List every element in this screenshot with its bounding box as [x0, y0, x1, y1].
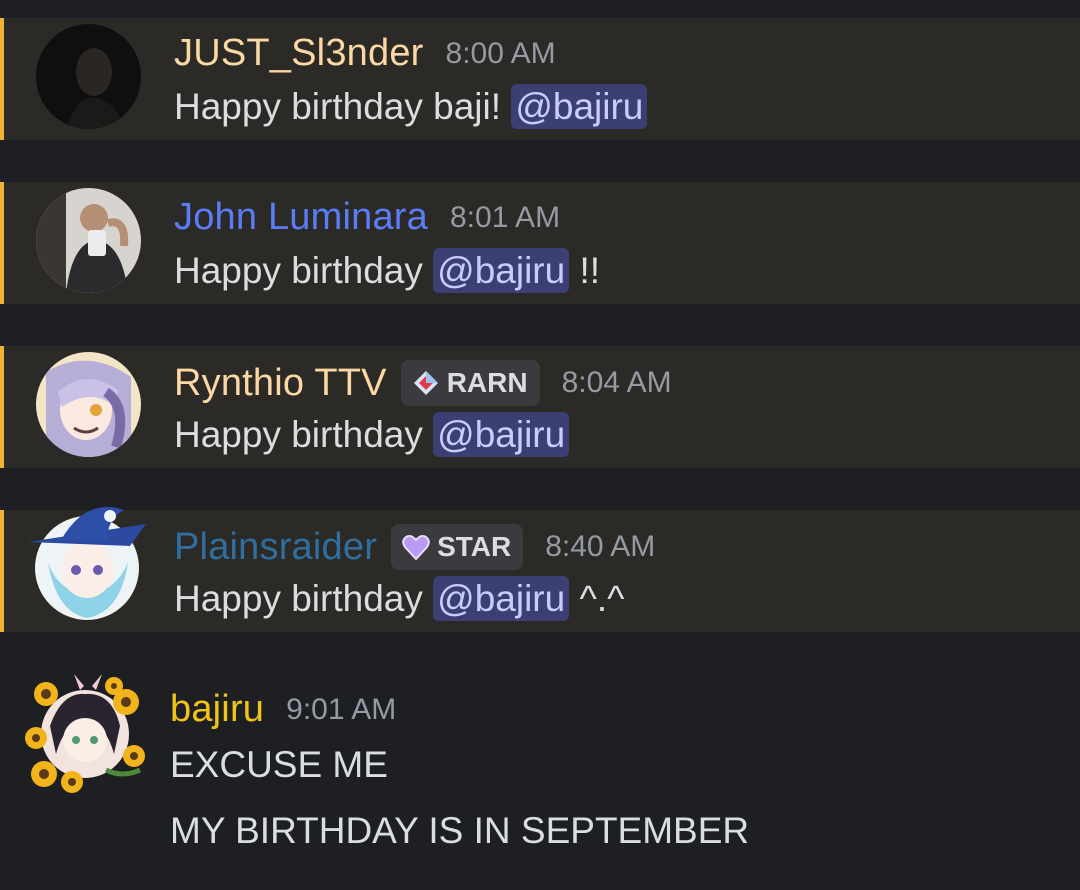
- username[interactable]: Plainsraider: [174, 526, 377, 569]
- mention-bajiru[interactable]: @bajiru: [433, 248, 570, 293]
- username[interactable]: JUST_Sl3nder: [174, 32, 424, 75]
- message-header: bajiru 9:01 AM: [170, 688, 396, 731]
- message-content: EXCUSE ME: [170, 744, 388, 786]
- message-header: John Luminara 8:01 AM: [174, 196, 560, 239]
- guild-tag-label: RARN: [446, 367, 528, 398]
- chat-log: JUST_Sl3nder 8:00 AM Happy birthday baji…: [0, 0, 1080, 890]
- message-item[interactable]: JUST_Sl3nder 8:00 AM Happy birthday baji…: [0, 18, 1080, 140]
- message-content: Happy birthday @bajiru: [174, 412, 570, 457]
- username[interactable]: John Luminara: [174, 196, 428, 239]
- user-avatar[interactable]: [36, 352, 141, 457]
- message-header: Plainsraider STAR 8:40 AM: [174, 524, 655, 570]
- user-avatar[interactable]: [26, 502, 148, 624]
- username[interactable]: Rynthio TTV: [174, 362, 387, 405]
- purple-heart-icon: [402, 535, 430, 561]
- mention-bajiru[interactable]: @bajiru: [433, 576, 570, 621]
- message-text: Happy birthday baji!: [174, 86, 512, 127]
- message-line: MY BIRTHDAY IS IN SEPTEMBER: [170, 810, 750, 851]
- mention-bajiru[interactable]: @bajiru: [511, 84, 648, 129]
- message-content: MY BIRTHDAY IS IN SEPTEMBER: [170, 810, 749, 852]
- mention-bajiru[interactable]: @bajiru: [433, 412, 570, 457]
- timestamp: 8:04 AM: [561, 366, 672, 399]
- message-content: Happy birthday baji! @bajiru: [174, 84, 648, 129]
- user-avatar[interactable]: [36, 188, 141, 293]
- timestamp: 9:01 AM: [286, 692, 397, 726]
- message-text: Happy birthday: [174, 578, 434, 619]
- message-line: EXCUSE ME: [170, 744, 388, 785]
- user-avatar[interactable]: [22, 674, 148, 794]
- user-avatar[interactable]: [36, 24, 141, 129]
- timestamp: 8:01 AM: [449, 200, 561, 234]
- message-content: Happy birthday @bajiru ^.^: [174, 576, 625, 621]
- message-text-after: ^.^: [569, 578, 625, 619]
- message-item[interactable]: Plainsraider STAR 8:40 AM Happy birthday…: [0, 506, 1080, 632]
- guild-tag[interactable]: RARN: [400, 360, 540, 406]
- message-text-after: !!: [569, 250, 601, 291]
- username[interactable]: bajiru: [170, 688, 264, 731]
- message-header: Rynthio TTV RARN 8:04 AM: [174, 360, 672, 406]
- message-text: Happy birthday: [174, 414, 434, 455]
- guild-tag-label: STAR: [437, 531, 512, 562]
- message-content: Happy birthday @bajiru !!: [174, 248, 601, 293]
- message-text: Happy birthday: [174, 250, 434, 291]
- message-item[interactable]: Rynthio TTV RARN 8:04 AM Happy birthday …: [0, 346, 1080, 468]
- diamond-gem-icon: [413, 371, 438, 395]
- timestamp: 8:40 AM: [545, 530, 656, 563]
- timestamp: 8:00 AM: [445, 36, 556, 70]
- message-item[interactable]: bajiru 9:01 AM EXCUSE ME MY BIRTHDAY IS …: [0, 674, 1080, 874]
- guild-tag[interactable]: STAR: [391, 524, 524, 570]
- message-header: JUST_Sl3nder 8:00 AM: [174, 32, 556, 75]
- message-item[interactable]: John Luminara 8:01 AM Happy birthday @ba…: [0, 182, 1080, 304]
